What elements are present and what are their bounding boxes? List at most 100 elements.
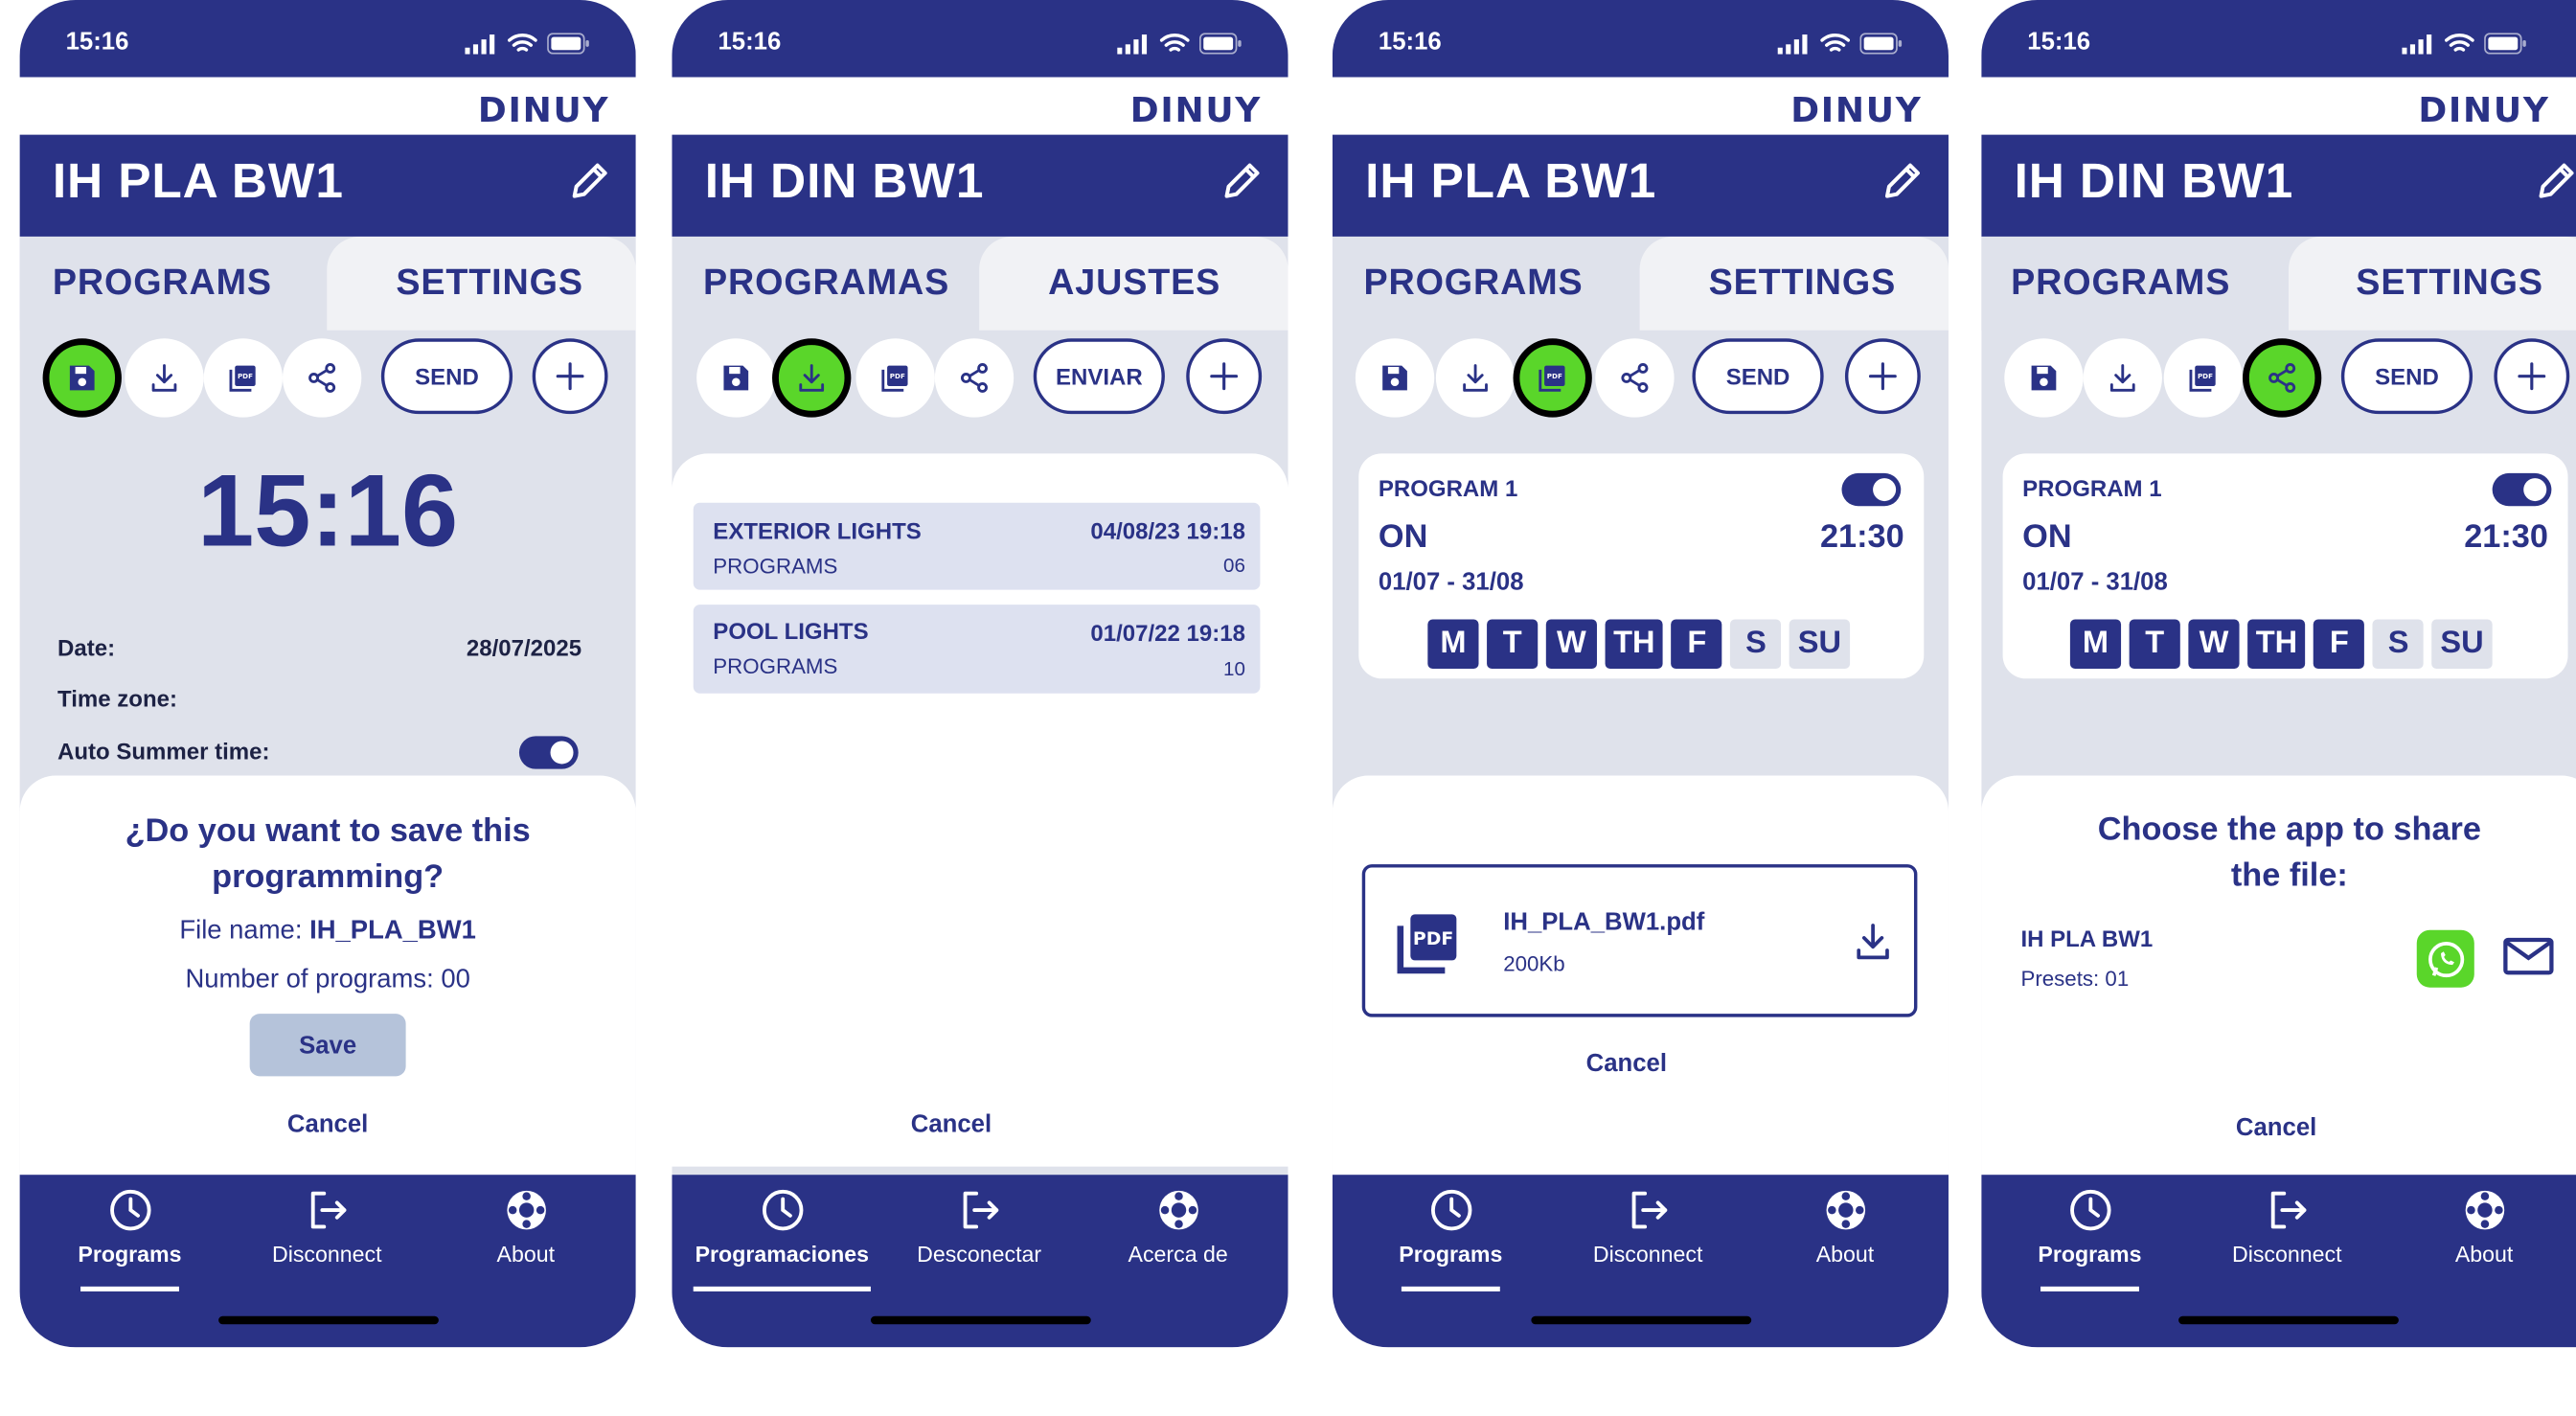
day-wednesday: W <box>1545 619 1597 670</box>
pdf-icon <box>1537 361 1569 394</box>
download-icon <box>1459 361 1492 394</box>
send-button[interactable]: SEND <box>380 338 513 415</box>
tab-settings[interactable]: AJUSTES <box>979 236 1288 331</box>
download-button[interactable] <box>2083 338 2162 418</box>
date-label: Date: <box>57 633 116 661</box>
download-button[interactable] <box>1435 338 1516 418</box>
send-button[interactable]: SEND <box>1692 338 1824 415</box>
summer-time-label: Auto Summer time: <box>57 738 270 765</box>
program-toggle[interactable] <box>1841 472 1902 507</box>
weekday-selector: M T W TH F S SU <box>1427 619 1850 670</box>
download-button[interactable] <box>125 338 204 418</box>
pdf-button[interactable] <box>1513 338 1592 418</box>
add-button[interactable] <box>1844 338 1921 415</box>
nav-programs[interactable]: Programs <box>39 1188 220 1291</box>
phone-screen-share: 15:16 DINUY IH DIN BW1 PROGRAMS SETTINGS… <box>1981 0 2576 1348</box>
day-friday: F <box>2314 619 2365 670</box>
nav-programs[interactable]: Programs <box>1999 1188 2180 1291</box>
add-button[interactable] <box>1186 338 1263 415</box>
pdf-button[interactable] <box>2163 338 2243 418</box>
whatsapp-icon[interactable] <box>2416 929 2474 988</box>
wifi-icon <box>2445 33 2474 54</box>
save-button[interactable] <box>42 338 122 418</box>
nav-disconnect[interactable]: Disconnect <box>2197 1188 2378 1267</box>
file-type: PROGRAMS <box>713 553 838 579</box>
signal-icon <box>1778 34 1811 54</box>
nav-disconnect[interactable]: Disconnect <box>1558 1188 1739 1267</box>
pdf-button[interactable] <box>855 338 935 418</box>
program-card[interactable]: PROGRAM 1 ON 21:30 01/07 - 31/08 M T W T… <box>2002 453 2568 679</box>
tab-settings[interactable]: SETTINGS <box>1639 236 1949 331</box>
nav-about[interactable]: About <box>1755 1188 1936 1267</box>
share-button[interactable] <box>2242 338 2322 418</box>
tab-programs[interactable]: PROGRAMAS <box>672 236 980 331</box>
action-toolbar: SEND <box>1981 331 2576 429</box>
tab-settings[interactable]: SETTINGS <box>327 236 636 331</box>
status-bar: 15:16 <box>672 0 1288 78</box>
brand-logo: DINUY <box>1790 90 1923 130</box>
cancel-button[interactable]: Cancel <box>20 1110 636 1138</box>
pdf-button[interactable] <box>203 338 283 418</box>
share-icon <box>958 361 991 394</box>
nav-programs[interactable]: Programaciones <box>675 1188 889 1291</box>
device-name: IH DIN BW1 <box>704 154 985 209</box>
day-tuesday: T <box>1487 619 1539 670</box>
save-button[interactable] <box>1355 338 1435 418</box>
nav-disconnect[interactable]: Disconnect <box>237 1188 418 1267</box>
signal-icon <box>465 34 497 54</box>
program-toggle[interactable] <box>2492 472 2552 507</box>
wifi-icon <box>508 33 537 54</box>
file-date: 04/08/23 19:18 <box>1090 517 1245 544</box>
cancel-button[interactable]: Cancel <box>672 1110 1230 1138</box>
save-confirm-button[interactable]: Save <box>249 1014 406 1077</box>
summer-time-toggle[interactable] <box>518 736 579 769</box>
nav-disconnect[interactable]: Desconectar <box>889 1188 1070 1267</box>
cancel-button[interactable]: Cancel <box>1333 1050 1921 1078</box>
download-button[interactable] <box>772 338 852 418</box>
download-icon[interactable] <box>1852 920 1895 963</box>
program-time: 21:30 <box>2464 518 2548 556</box>
share-button[interactable] <box>1595 338 1675 418</box>
program-card[interactable]: PROGRAM 1 ON 21:30 01/07 - 31/08 M T W T… <box>1358 453 1925 679</box>
tab-programs[interactable]: PROGRAMS <box>1332 236 1640 331</box>
brand-logo: DINUY <box>477 90 610 130</box>
clock-icon <box>760 1188 804 1232</box>
battery-icon <box>1859 33 1903 54</box>
tab-settings[interactable]: SETTINGS <box>2288 236 2576 331</box>
mail-icon[interactable] <box>2502 937 2555 980</box>
nav-programs[interactable]: Programs <box>1360 1188 1541 1291</box>
nav-about[interactable]: About <box>435 1188 616 1267</box>
share-button[interactable] <box>934 338 1014 418</box>
day-thursday: TH <box>1605 619 1664 670</box>
nav-about[interactable]: Acerca de <box>1087 1188 1268 1267</box>
home-indicator <box>218 1315 439 1325</box>
edit-pencil-icon[interactable] <box>1220 158 1265 204</box>
edit-pencil-icon[interactable] <box>2534 158 2576 204</box>
file-list-sheet: EXTERIOR LIGHTS 04/08/23 19:18 PROGRAMS … <box>672 453 1288 1176</box>
device-name: IH PLA BW1 <box>52 154 344 209</box>
tab-programs[interactable]: PROGRAMS <box>1981 236 2289 331</box>
nav-about[interactable]: About <box>2394 1188 2575 1267</box>
pdf-file-card[interactable]: PDF IH_PLA_BW1.pdf 200Kb <box>1361 864 1918 1017</box>
file-item[interactable]: EXTERIOR LIGHTS 04/08/23 19:18 PROGRAMS … <box>693 502 1261 590</box>
wifi-icon <box>1160 33 1190 54</box>
send-button[interactable]: SEND <box>2340 338 2473 415</box>
file-item[interactable]: POOL LIGHTS 01/07/22 19:18 PROGRAMS 10 <box>693 605 1261 694</box>
send-button[interactable]: ENVIAR <box>1033 338 1165 415</box>
save-button[interactable] <box>2004 338 2084 418</box>
file-name: EXTERIOR LIGHTS <box>713 517 922 544</box>
share-file-title: IH PLA BW1 <box>2020 925 2154 951</box>
tab-programs[interactable]: PROGRAMS <box>19 236 328 331</box>
pdf-filename: IH_PLA_BW1.pdf <box>1503 908 1705 937</box>
edit-pencil-icon[interactable] <box>567 158 613 204</box>
cancel-button[interactable]: Cancel <box>1981 1114 2571 1142</box>
edit-pencil-icon[interactable] <box>1880 158 1926 204</box>
home-indicator <box>870 1315 1091 1325</box>
add-button[interactable] <box>532 338 608 415</box>
pdf-icon <box>227 361 260 394</box>
add-button[interactable] <box>2494 338 2570 415</box>
home-indicator <box>2178 1315 2399 1325</box>
share-button[interactable] <box>282 338 362 418</box>
file-count: 10 <box>1223 657 1245 681</box>
save-button[interactable] <box>696 338 776 418</box>
